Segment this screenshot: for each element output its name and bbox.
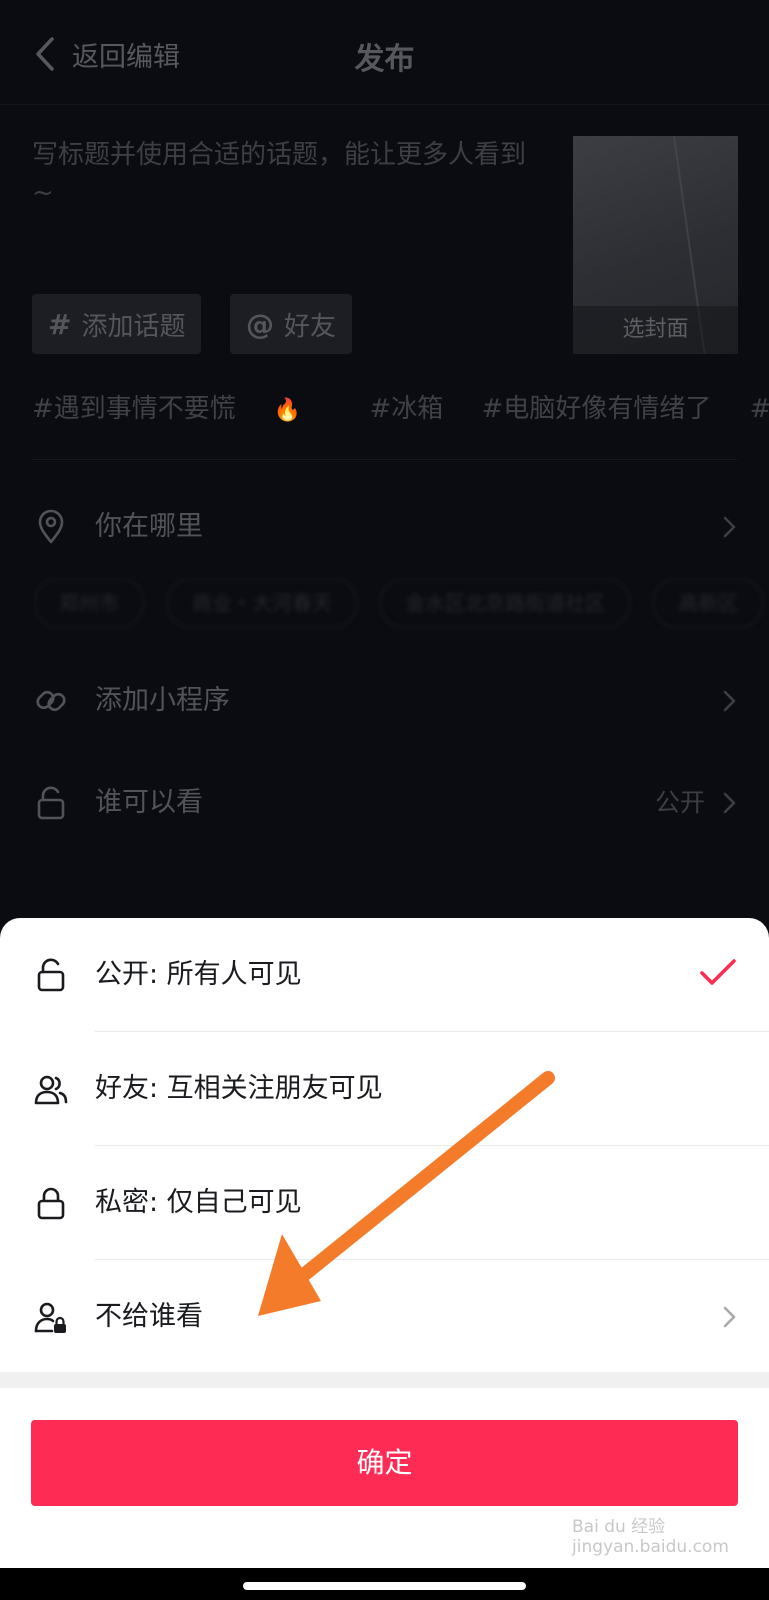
option-private-label: 私密: 仅自己可见 xyxy=(95,1187,302,1218)
option-exclude-label: 不给谁看 xyxy=(95,1301,203,1332)
page-title: 发布 xyxy=(354,42,415,77)
trending-topic[interactable]: #小 xyxy=(750,394,769,424)
visibility-label: 谁可以看 xyxy=(95,787,203,818)
location-tag[interactable]: 金水区北京路街道社区 xyxy=(380,578,631,628)
sheet-gap xyxy=(0,1372,769,1388)
checkmark-icon xyxy=(700,959,736,985)
chevron-right-icon xyxy=(723,1306,736,1328)
link-icon xyxy=(36,690,66,712)
trending-topics: #遇到事情不要慌 🔥 #冰箱 #电脑好像有情绪了 #小 xyxy=(32,386,769,432)
divider xyxy=(32,459,737,460)
add-topic-label: 添加话题 xyxy=(81,311,186,342)
option-exclude[interactable]: 不给谁看 xyxy=(0,1260,769,1374)
option-friends[interactable]: 好友: 互相关注朋友可见 xyxy=(0,1032,769,1146)
watermark: Bai du 经验 jingyan.baidu.com xyxy=(572,1517,729,1557)
mention-friend-label: 好友 xyxy=(284,311,337,342)
flame-icon: 🔥 xyxy=(273,398,302,423)
at-icon: @ xyxy=(246,307,274,341)
option-public[interactable]: 公开: 所有人可见 xyxy=(0,918,769,1032)
visibility-sheet: 公开: 所有人可见 好友: 互相关注朋友可见 私密: 仅自己可见 不给谁看 xyxy=(0,918,769,1388)
lock-open-icon xyxy=(37,958,65,992)
header-bar: 返回编辑 发布 xyxy=(0,0,769,105)
select-cover-label: 选封面 xyxy=(573,306,738,354)
trending-topic[interactable]: #遇到事情不要慌 🔥 xyxy=(32,394,331,424)
confirm-button[interactable]: 确定 xyxy=(31,1420,738,1506)
option-public-label: 公开: 所有人可见 xyxy=(95,959,302,990)
chevron-right-icon xyxy=(723,792,736,814)
lock-open-icon xyxy=(37,786,65,820)
mini-program-row[interactable]: 添加小程序 xyxy=(0,666,769,736)
user-lock-icon xyxy=(34,1302,66,1333)
location-row[interactable]: 你在哪里 xyxy=(0,492,769,562)
friends-icon xyxy=(34,1075,68,1105)
location-tag[interactable]: 高新区 xyxy=(653,578,764,628)
cover-thumbnail[interactable]: 选封面 xyxy=(573,136,738,354)
option-private[interactable]: 私密: 仅自己可见 xyxy=(0,1146,769,1260)
location-tag[interactable]: 商业・大河春天 xyxy=(167,578,358,628)
option-friends-label: 好友: 互相关注朋友可见 xyxy=(95,1073,383,1104)
publish-page: 返回编辑 发布 写标题并使用合适的话题，能让更多人看到 ~ 选封面 # 添加话题… xyxy=(0,0,769,1600)
location-pin-icon xyxy=(38,509,64,544)
trending-topic[interactable]: #冰箱 xyxy=(369,394,443,424)
mini-program-label: 添加小程序 xyxy=(95,685,230,716)
caption-input[interactable]: 写标题并使用合适的话题，能让更多人看到 ~ xyxy=(32,136,532,212)
home-indicator[interactable] xyxy=(243,1582,526,1590)
hashtag-icon: # xyxy=(48,307,72,341)
location-label: 你在哪里 xyxy=(95,511,203,542)
trending-topic[interactable]: #电脑好像有情绪了 xyxy=(482,394,712,424)
location-suggestions: 郑州市 商业・大河春天 金水区北京路街道社区 高新区 xyxy=(34,578,769,630)
visibility-row[interactable]: 谁可以看 公开 xyxy=(0,768,769,838)
trending-topic-label: #遇到事情不要慌 xyxy=(32,394,236,424)
chevron-right-icon xyxy=(723,516,736,538)
add-topic-button[interactable]: # 添加话题 xyxy=(32,294,202,354)
lock-icon xyxy=(37,1187,65,1220)
visibility-value: 公开 xyxy=(654,788,705,817)
location-tag[interactable]: 郑州市 xyxy=(34,578,144,628)
chevron-right-icon xyxy=(723,690,736,712)
mention-friend-button[interactable]: @ 好友 xyxy=(230,294,353,354)
